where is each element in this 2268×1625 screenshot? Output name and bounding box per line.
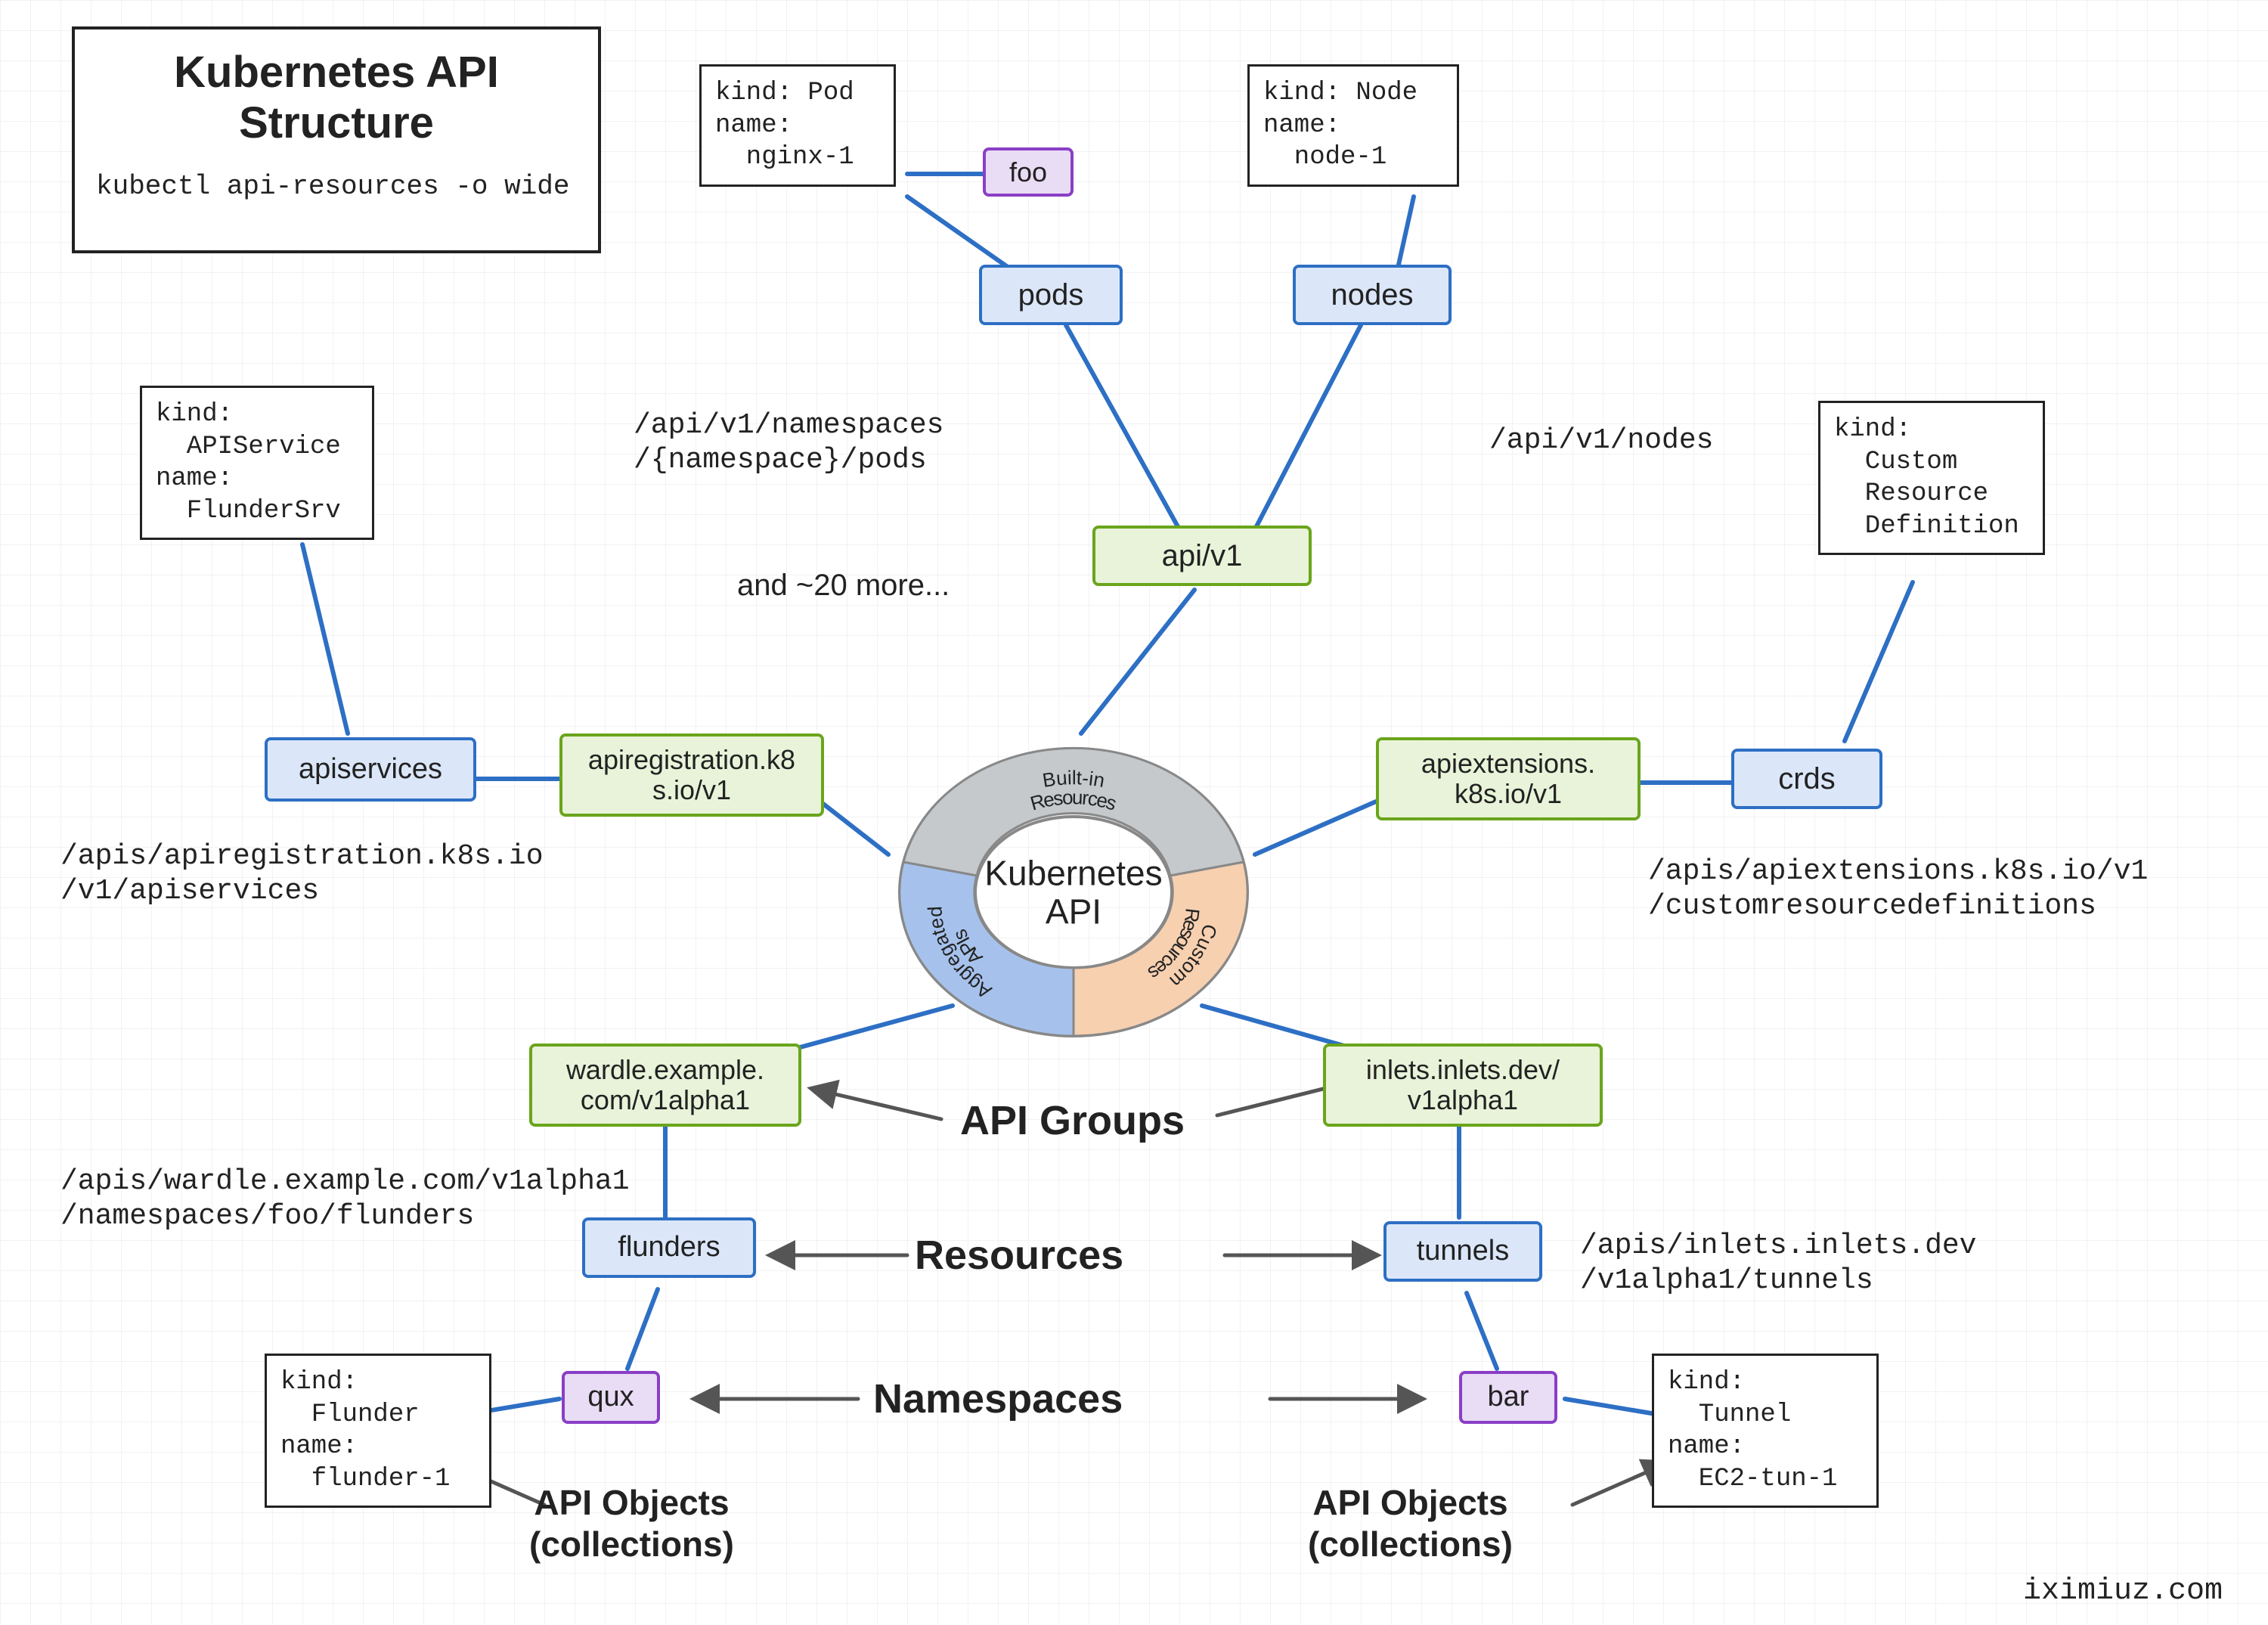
object-crd: kind: Custom Resource Definition [1818,401,2045,555]
path-nodes: /api/v1/nodes [1489,423,1713,458]
namespace-foo: foo [983,147,1074,197]
object-crd-text: kind: Custom Resource Definition [1818,401,2045,555]
path-crds: /apis/apiextensions.k8s.io/v1 /customres… [1648,854,2148,923]
object-flunder-text: kind: Flunder name: flunder-1 [265,1354,491,1508]
object-tunnel-text: kind: Tunnel name: EC2-tun-1 [1652,1354,1879,1508]
aside-api-groups: API Groups [960,1096,1185,1146]
object-node: kind: Node name: node-1 [1247,64,1459,187]
ring-center-label: Kubernetes API [984,854,1162,930]
path-pods: /api/v1/namespaces /{namespace}/pods [634,408,943,477]
path-flunders: /apis/wardle.example.com/v1alpha1 /names… [60,1164,630,1233]
diagram-title: Kubernetes API Structure [96,48,577,148]
namespace-qux: qux [562,1371,660,1424]
resource-apiservices: apiservices [265,737,476,802]
object-flunder: kind: Flunder name: flunder-1 [265,1354,491,1508]
resource-pods: pods [979,265,1123,325]
path-apiservices: /apis/apiregistration.k8s.io /v1/apiserv… [60,839,544,908]
aside-api-objects-right: API Objects (collections) [1308,1482,1513,1565]
aside-resources: Resources [915,1231,1123,1280]
object-tunnel: kind: Tunnel name: EC2-tun-1 [1652,1354,1879,1508]
aside-namespaces: Namespaces [873,1375,1123,1424]
kubectl-command: kubectl api-resources -o wide [96,171,577,202]
aside-api-objects-left: API Objects (collections) [529,1482,734,1565]
resource-tunnels: tunnels [1383,1221,1542,1282]
resource-crds: crds [1731,749,1882,809]
group-apiregistration: apiregistration.k8 s.io/v1 [559,733,824,817]
api-ring: Built-in Resources Aggregated APIs Custo… [877,726,1270,1059]
title-card: Kubernetes API Structure kubectl api-res… [72,26,601,253]
object-pod: kind: Pod name: nginx-1 [699,64,896,187]
object-node-text: kind: Node name: node-1 [1247,64,1459,187]
group-wardle: wardle.example. com/v1alpha1 [529,1044,801,1127]
namespace-bar: bar [1459,1371,1557,1424]
path-tunnels: /apis/inlets.inlets.dev /v1alpha1/tunnel… [1580,1229,1977,1298]
aside-and-more: and ~20 more... [737,567,950,603]
group-apiextensions: apiextensions. k8s.io/v1 [1376,737,1641,820]
object-pod-text: kind: Pod name: nginx-1 [699,64,896,187]
resource-nodes: nodes [1293,265,1452,325]
group-core: api/v1 [1092,526,1312,586]
group-inlets: inlets.inlets.dev/ v1alpha1 [1323,1044,1603,1127]
object-apiservice-text: kind: APIService name: FlunderSrv [140,386,374,540]
object-apiservice: kind: APIService name: FlunderSrv [140,386,374,540]
credit: iximiuz.com [2023,1574,2223,1610]
